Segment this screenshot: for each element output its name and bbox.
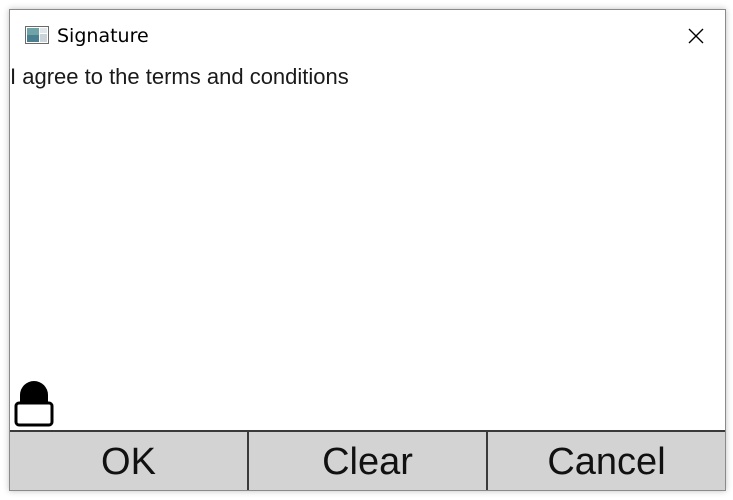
- close-button[interactable]: [667, 10, 725, 62]
- signature-dialog: Signature I agree to the terms and condi…: [9, 9, 726, 491]
- lock-icon: [14, 381, 54, 427]
- title-bar: Signature: [10, 10, 725, 62]
- cancel-button[interactable]: Cancel: [488, 432, 725, 490]
- ok-button[interactable]: OK: [10, 432, 249, 490]
- agreement-text: I agree to the terms and conditions: [10, 64, 349, 89]
- button-bar: OK Clear Cancel: [10, 430, 725, 490]
- window-title: Signature: [57, 25, 149, 47]
- close-icon: [688, 28, 704, 44]
- app-window-icon: [25, 26, 49, 44]
- signature-pad[interactable]: [10, 62, 725, 430]
- clear-button[interactable]: Clear: [249, 432, 488, 490]
